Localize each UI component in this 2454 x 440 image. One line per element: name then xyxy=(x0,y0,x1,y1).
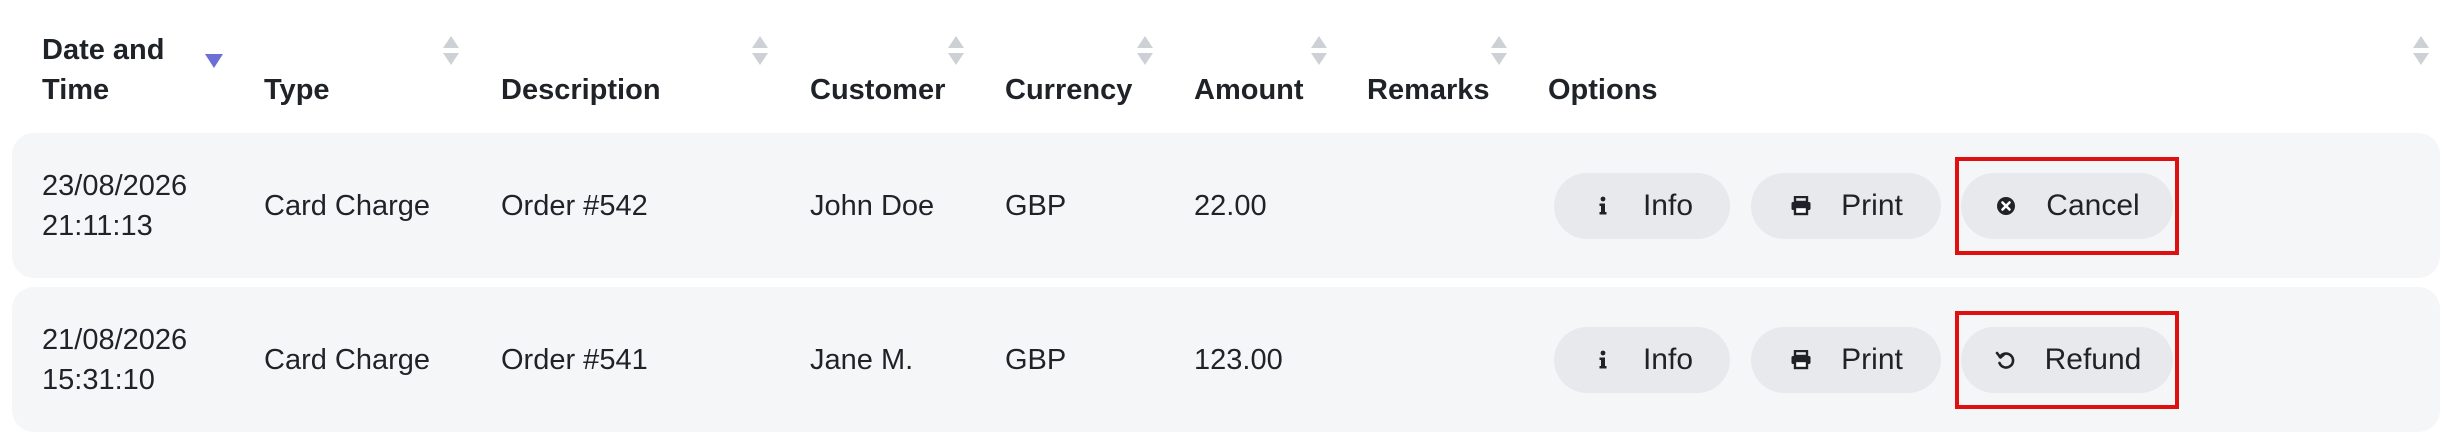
sort-desc-active-icon[interactable] xyxy=(205,54,223,68)
print-button[interactable]: Print xyxy=(1751,173,1941,239)
printer-icon xyxy=(1789,194,1813,218)
column-header-remarks[interactable]: Remarks xyxy=(1367,14,1490,118)
cell-type: Card Charge xyxy=(264,189,431,222)
transactions-table: Date and Time Type Description Customer … xyxy=(0,0,2454,440)
cell-description: Order #541 xyxy=(501,343,648,376)
sort-icon[interactable] xyxy=(443,36,461,72)
highlight-box xyxy=(1955,311,2179,409)
cell-type: Card Charge xyxy=(264,343,431,376)
sort-icon[interactable] xyxy=(948,36,966,72)
cell-amount: 22.00 xyxy=(1194,189,1267,222)
column-header-amount[interactable]: Amount xyxy=(1194,14,1304,118)
column-header-options: Options xyxy=(1548,74,1658,106)
column-header-currency[interactable]: Currency xyxy=(1005,14,1132,118)
sort-icon[interactable] xyxy=(752,36,770,72)
column-header-date-time[interactable]: Date and Time xyxy=(42,14,192,118)
cell-amount: 123.00 xyxy=(1194,343,1283,376)
column-header-type[interactable]: Type xyxy=(264,14,330,118)
printer-icon xyxy=(1789,348,1813,372)
table-row: 21/08/2026 15:31:10 Card Charge Order #5… xyxy=(12,287,2440,432)
info-button[interactable]: Info xyxy=(1554,173,1730,239)
cell-currency: GBP xyxy=(1005,343,1067,376)
sort-icon[interactable] xyxy=(1311,36,1329,72)
cell-currency: GBP xyxy=(1005,189,1067,222)
cell-description: Order #542 xyxy=(501,189,648,222)
column-header-customer[interactable]: Customer xyxy=(810,14,945,118)
cell-customer: John Doe xyxy=(810,189,935,222)
print-button[interactable]: Print xyxy=(1751,327,1941,393)
sort-icon[interactable] xyxy=(1491,36,1509,72)
info-icon xyxy=(1591,194,1615,218)
cell-date-time: 21/08/2026 15:31:10 xyxy=(42,323,188,396)
cell-date-time: 23/08/2026 21:11:13 xyxy=(42,169,188,242)
cell-customer: Jane M. xyxy=(810,343,914,376)
sort-icon[interactable] xyxy=(2413,36,2431,72)
info-button[interactable]: Info xyxy=(1554,327,1730,393)
info-icon xyxy=(1591,348,1615,372)
table-header: Date and Time Type Description Customer … xyxy=(0,0,2454,132)
table-row: 23/08/2026 21:11:13 Card Charge Order #5… xyxy=(12,133,2440,278)
column-header-description[interactable]: Description xyxy=(501,14,661,118)
sort-icon[interactable] xyxy=(1137,36,1155,72)
highlight-box xyxy=(1955,157,2179,255)
